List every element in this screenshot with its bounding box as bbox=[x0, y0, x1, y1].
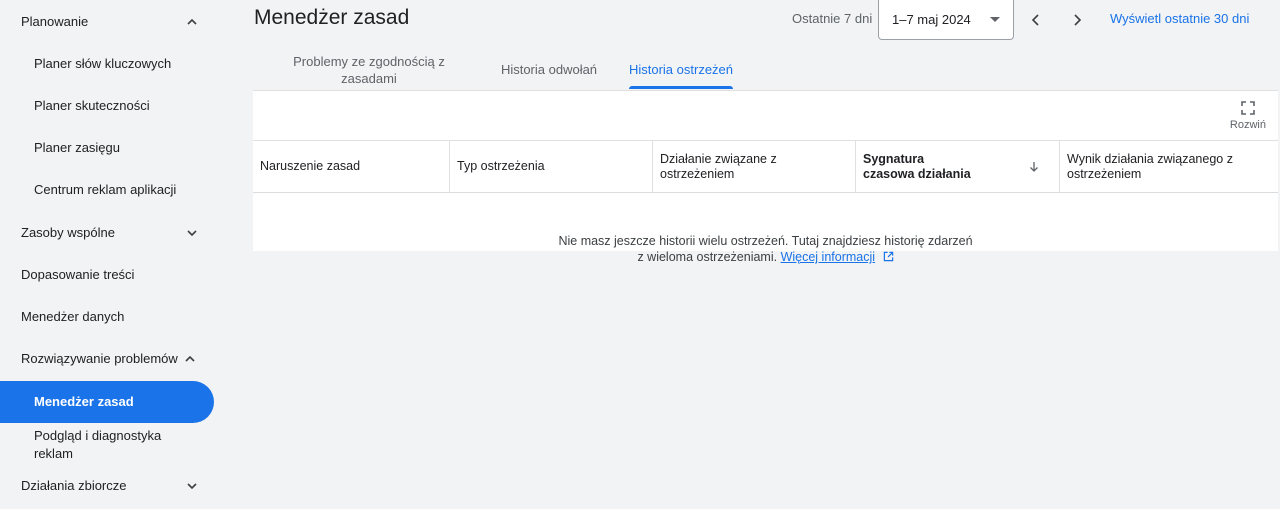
strike-history-card: Rozwiń Naruszenie zasad Typ ostrzeżenia … bbox=[253, 90, 1278, 264]
sidebar-item-label: Planowanie bbox=[21, 14, 89, 29]
column-header-strike-action[interactable]: Działanie związane z ostrzeżeniem bbox=[652, 141, 855, 192]
sidebar-item-label: Podgląd i diagnostyka reklam bbox=[34, 428, 162, 461]
column-header-strike-result[interactable]: Wynik działania związanego z ostrzeżenie… bbox=[1059, 141, 1278, 192]
sidebar-item-data-manager[interactable]: Menedżer danych bbox=[0, 297, 214, 337]
page-title: Menedżer zasad bbox=[254, 6, 410, 29]
column-header-policy-violation[interactable]: Naruszenie zasad bbox=[253, 141, 449, 192]
fullscreen-icon bbox=[1241, 101, 1255, 115]
open-in-new-icon bbox=[883, 251, 893, 262]
sidebar-item-content-suitability[interactable]: Dopasowanie treści bbox=[0, 255, 214, 295]
empty-state-message: Nie masz jeszcze historii wielu ostrzeże… bbox=[253, 233, 1278, 265]
sidebar-item-keyword-planner[interactable]: Planer słów kluczowych bbox=[0, 44, 214, 84]
sidebar-item-label: Centrum reklam aplikacji bbox=[34, 182, 177, 197]
column-header-strike-type[interactable]: Typ ostrzeżenia bbox=[449, 141, 652, 192]
date-range-value: 1–7 maj 2024 bbox=[892, 12, 971, 27]
view-last-30-days-link[interactable]: Wyświetl ostatnie 30 dni bbox=[1110, 11, 1249, 26]
previous-period-button[interactable] bbox=[1025, 9, 1047, 31]
sidebar-item-app-ads-hub[interactable]: Centrum reklam aplikacji bbox=[0, 170, 214, 210]
chevron-right-icon bbox=[1074, 14, 1082, 26]
sidebar-item-label: Planer zasięgu bbox=[34, 140, 120, 155]
chevron-down-icon bbox=[184, 225, 200, 241]
empty-state-line-1: Nie masz jeszcze historii wielu ostrzeże… bbox=[558, 234, 973, 248]
dropdown-caret-icon bbox=[990, 17, 1000, 22]
expand-label: Rozwiń bbox=[1229, 119, 1266, 131]
sidebar-item-planning[interactable]: Planowanie bbox=[0, 2, 214, 42]
next-period-button[interactable] bbox=[1066, 9, 1088, 31]
sidebar-item-reach-planner[interactable]: Planer zasięgu bbox=[0, 128, 214, 168]
chevron-up-icon bbox=[184, 14, 200, 30]
sidebar-item-performance-planner[interactable]: Planer skuteczności bbox=[0, 86, 214, 126]
empty-state-line-2: z wieloma ostrzeżeniami. Więcej informac… bbox=[253, 249, 1278, 265]
sidebar-item-label: Planer słów kluczowych bbox=[34, 56, 172, 71]
empty-state-text: z wieloma ostrzeżeniami. bbox=[637, 250, 778, 264]
chevron-left-icon bbox=[1031, 14, 1039, 26]
table-header: Naruszenie zasad Typ ostrzeżenia Działan… bbox=[253, 140, 1278, 193]
chevron-up-icon bbox=[182, 351, 198, 367]
column-header-label: Sygnatura czasowa działania bbox=[863, 151, 971, 181]
sidebar-item-label: Dopasowanie treści bbox=[21, 267, 135, 282]
sidebar-item-label: Menedżer zasad bbox=[34, 394, 134, 409]
sort-down-arrow-icon bbox=[1030, 161, 1038, 172]
sidebar-item-ad-preview[interactable]: Podgląd i diagnostyka reklam bbox=[0, 424, 214, 466]
sidebar-item-label: Planer skuteczności bbox=[34, 98, 150, 113]
expand-button[interactable]: Rozwiń bbox=[1230, 100, 1266, 131]
sidebar-item-bulk-actions[interactable]: Działania zbiorcze bbox=[0, 466, 214, 506]
learn-more-link[interactable]: Więcej informacji bbox=[781, 250, 875, 264]
sidebar: Planowanie Planer słów kluczowych Planer… bbox=[0, 0, 226, 509]
active-tab-indicator bbox=[629, 86, 733, 89]
chevron-down-icon bbox=[184, 478, 200, 494]
date-range-caption: Ostatnie 7 dni bbox=[792, 11, 873, 26]
date-range-dropdown[interactable]: 1–7 maj 2024 bbox=[878, 0, 1014, 40]
column-header-action-timestamp[interactable]: Sygnatura czasowa działania bbox=[855, 141, 1059, 192]
sidebar-item-policy-manager[interactable]: Menedżer zasad bbox=[0, 381, 214, 423]
tab-policy-compliance[interactable]: Problemy ze zgodnością z zasadami bbox=[292, 53, 446, 87]
sidebar-item-troubleshooting[interactable]: Rozwiązywanie problemów bbox=[0, 339, 214, 379]
tab-strike-history[interactable]: Historia ostrzeżeń bbox=[621, 61, 741, 78]
tab-appeal-history[interactable]: Historia odwołań bbox=[485, 61, 613, 78]
sidebar-item-label: Menedżer danych bbox=[21, 309, 125, 324]
sidebar-item-shared-library[interactable]: Zasoby wspólne bbox=[0, 213, 214, 253]
sidebar-item-label: Działania zbiorcze bbox=[21, 478, 127, 493]
sidebar-item-label: Rozwiązywanie problemów bbox=[21, 351, 178, 366]
sidebar-item-label: Zasoby wspólne bbox=[21, 225, 115, 240]
